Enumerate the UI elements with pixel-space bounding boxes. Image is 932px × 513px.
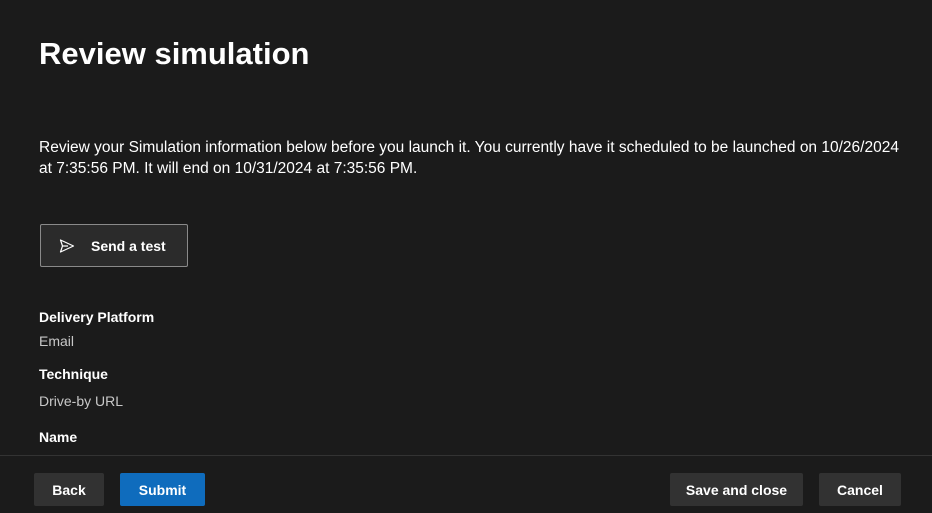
technique-label: Technique <box>39 366 108 382</box>
delivery-platform-value: Email <box>39 333 75 349</box>
delivery-platform-field: Delivery Platform Email <box>39 308 154 350</box>
name-label: Name <box>39 429 78 445</box>
submit-button[interactable]: Submit <box>120 473 205 506</box>
review-simulation-page: Review simulation Review your Simulation… <box>0 0 932 513</box>
technique-field: Technique Drive-by URL <box>39 365 123 410</box>
page-description: Review your Simulation information below… <box>39 139 899 177</box>
footer-action-bar: Back Submit Save and close Cancel <box>0 455 932 513</box>
page-title: Review simulation <box>39 36 310 71</box>
main-content: Review simulation Review your Simulation… <box>0 0 932 455</box>
delivery-platform-label: Delivery Platform <box>39 309 155 325</box>
send-icon <box>59 238 75 254</box>
send-test-button[interactable]: Send a test <box>40 224 188 267</box>
save-and-close-button[interactable]: Save and close <box>670 473 803 506</box>
send-test-label: Send a test <box>91 237 166 254</box>
technique-value: Drive-by URL <box>39 393 124 409</box>
back-button[interactable]: Back <box>34 473 104 506</box>
name-field: Name <box>39 428 77 446</box>
cancel-button[interactable]: Cancel <box>819 473 901 506</box>
